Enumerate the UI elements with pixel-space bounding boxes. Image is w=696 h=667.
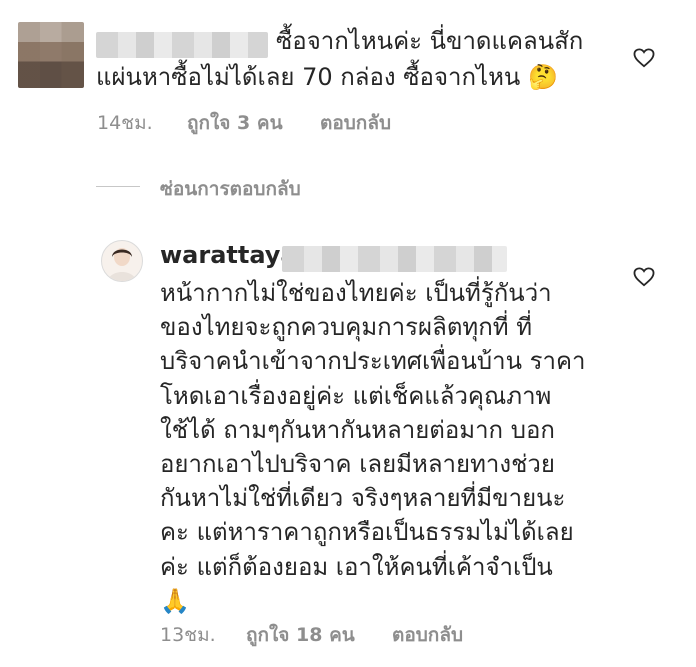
divider [96, 186, 140, 187]
blurred-username[interactable] [282, 246, 507, 272]
comment-line: บริจาคนำเข้าจากประเทศเพื่อนบ้าน ราคา [160, 347, 586, 376]
comment-text: แผ่นหาซื้อไม่ได้เลย 70 กล่อง ซื้อจากไหน [96, 63, 521, 91]
comment-body: หน้ากากไม่ใช่ของไทยค่ะ เป็นที่รู้กันว่า … [160, 276, 586, 618]
comment-time: 14ชม. [97, 112, 153, 134]
avatar[interactable] [18, 22, 84, 88]
pray-emoji: 🙏 [160, 586, 190, 615]
comment-line: หน้ากากไม่ใช่ของไทยค่ะ เป็นที่รู้กันว่า [160, 279, 552, 307]
likes-count[interactable]: ถูกใจ 3 คน [187, 108, 283, 138]
like-heart-icon[interactable] [633, 267, 655, 291]
blurred-username[interactable] [96, 32, 268, 58]
comment-text-line2: แผ่นหาซื้อไม่ได้เลย 70 กล่อง ซื้อจากไหน … [96, 62, 558, 93]
reply-button[interactable]: ตอบกลับ [392, 620, 463, 650]
comment-time: 13ชม. [160, 624, 216, 646]
comment-line: โหดเอาเรื่องอยู่ค่ะ แต่เช็คแล้วคุณภาพ [160, 381, 552, 410]
reply-button[interactable]: ตอบกลับ [320, 108, 391, 138]
comment-line: ใช้ได้ ถามๆกันหากันหลายต่อมาก บอก [160, 415, 555, 444]
comment-text-line1: ซื้อจากไหนค่ะ นี่ขาดแคลนสัก [276, 27, 584, 55]
hide-replies-button[interactable]: ซ่อนการตอบกลับ [160, 174, 301, 204]
thinking-emoji: 🤔 [527, 63, 558, 91]
comment-line: คะ แต่หาราคาถูกหรือเป็นธรรมไม่ได้เลย [160, 518, 574, 547]
avatar[interactable] [101, 240, 143, 282]
likes-count[interactable]: ถูกใจ 18 คน [246, 620, 355, 650]
username[interactable]: warattaya [160, 241, 297, 269]
comment-line: ค่ะ แต่ก็ต้องยอม เอาให้คนที่เค้าจำเป็น [160, 552, 553, 581]
comment-line: อยากเอาไปบริจาค เลยมีหลายทางช่วย [160, 450, 555, 479]
comment-line: ของไทยจะถูกควบคุมการผลิตทุกที่ ที่ [160, 313, 533, 342]
like-heart-icon[interactable] [633, 48, 655, 72]
comment-line: กันหาไม่ใช่ที่เดียว จริงๆหลายที่มีขายนะ [160, 484, 566, 513]
